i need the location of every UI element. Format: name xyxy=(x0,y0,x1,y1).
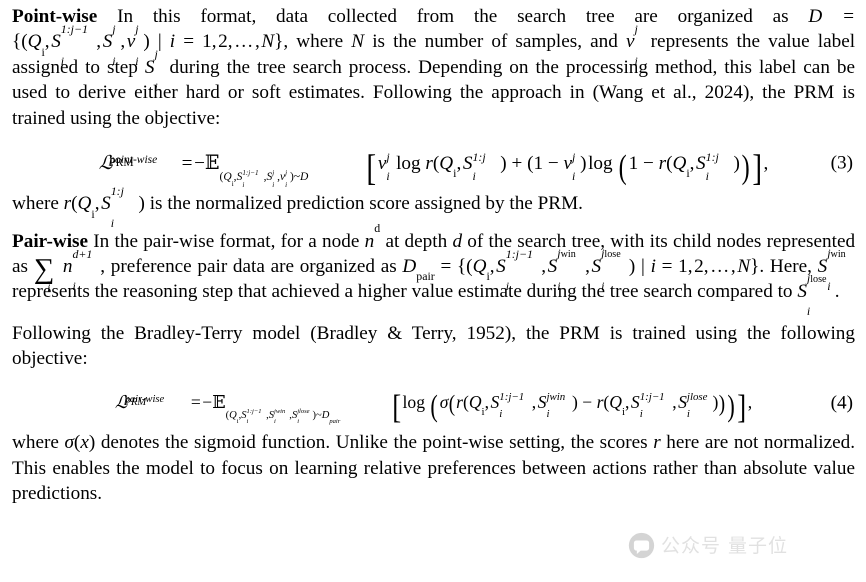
math-N: N xyxy=(351,31,365,53)
equation-3-number: (3) xyxy=(830,152,853,174)
equation-4-rhs: log (σ(r(Qi, S 1:j−1 i, Sjwin i) − r(Qi, S1… xyxy=(402,388,735,423)
math-S-i-j: Sji xyxy=(144,47,158,94)
equation-4-equals: = xyxy=(190,391,201,412)
speech-bubble-logo-icon xyxy=(628,532,655,559)
after-eq3-text-1: where xyxy=(12,193,59,215)
math-D-equals: D = xyxy=(808,6,856,27)
paragraph-after-equation-3: where r(Qi, S 1:j i) is the normalized pre… xyxy=(12,183,855,231)
point-wise-text-2: , where xyxy=(283,31,344,53)
paragraph-pair-wise: Pair-wise In the pair-wise format, for a… xyxy=(12,220,855,318)
paper-page: Point-wise In this format, data collecte… xyxy=(0,0,866,582)
math-r-Q-S: r(Qi, S 1:j i) xyxy=(63,183,145,231)
equation-4-trailing-comma: , xyxy=(747,391,753,412)
equation-4: ℒpair-wise PRM = −𝔼 (Qi,S 1:j−1 i ,S jwin i ,S jlo… xyxy=(12,387,855,426)
watermark-text: 公众号 量子位 xyxy=(661,535,789,557)
pair-wise-text-4: , preference pair data are organized as xyxy=(100,256,397,278)
equation-3-minus: − xyxy=(194,153,205,175)
equation-3-rhs: vji log r(Qi, S 1:j i) + (1 − v j i) log (1 … xyxy=(377,148,750,186)
pair-wise-text-1: In the pair-wise format, for a node xyxy=(93,230,360,252)
after-eq4-text-1: where xyxy=(12,432,59,454)
pair-wise-text-6: represents the reasoning step that achie… xyxy=(12,281,793,303)
after-eq3-text-2: is the normalized prediction score assig… xyxy=(149,193,583,215)
math-dataset-definition: {(Qi, S 1:j−1 i, Sji, v j i) | i = 1, 2, … ,… xyxy=(12,22,284,69)
after-eq4-text-2: denotes the sigmoid function. Unlike the… xyxy=(100,432,648,454)
math-sum-n-i-d-plus-1: ∑ i n d+1 i xyxy=(33,246,93,295)
equation-4-lhs: ℒpair-wise PRM xyxy=(114,391,165,412)
equation-3: ℒpoint-wise PRM = −𝔼 (Qi,S 1:j−1 i ,S j i ,v j i)~D… xyxy=(12,148,855,190)
equation-4-minus: − xyxy=(202,391,213,412)
math-sigma-x: σ(x) xyxy=(64,432,96,454)
equation-4-body: ℒpair-wise PRM = −𝔼 (Qi,S 1:j−1 i ,S jwin i ,S jlo… xyxy=(114,387,753,426)
point-wise-text-1: In this format, data collected from the … xyxy=(117,6,789,27)
equation-3-expectation: 𝔼 xyxy=(204,151,220,175)
equation-3-trailing-comma: , xyxy=(763,153,769,175)
paragraph-after-equation-4: where σ(x) denotes the sigmoid function.… xyxy=(12,430,855,506)
math-d: d xyxy=(452,230,463,252)
pair-wise-text-7: . xyxy=(834,281,840,303)
equation-3-equals: = xyxy=(181,153,193,175)
watermark: 公众号 量子位 xyxy=(628,528,824,568)
pair-wise-text-5: Here, xyxy=(769,256,812,278)
equation-4-expectation: 𝔼 xyxy=(212,392,226,413)
pair-wise-text-2: at depth xyxy=(385,230,448,252)
text-column: Point-wise In this format, data collecte… xyxy=(12,4,855,506)
equation-4-number: (4) xyxy=(830,392,853,414)
math-n-d: nd xyxy=(364,220,381,252)
math-r: r xyxy=(653,432,661,454)
math-D-pair-definition: Dpair = {(Qi, S 1:j−1 i, Sjwin i, Sjlose i) … xyxy=(402,245,765,293)
point-wise-text-3: is the number of samples, and xyxy=(372,31,618,53)
math-v-i-j: vji xyxy=(625,22,638,69)
paragraph-point-wise: Point-wise In this format, data collecte… xyxy=(12,4,855,131)
equation-3-lhs: ℒpoint-wise PRM xyxy=(98,153,158,175)
paragraph-bradley-terry: Following the Bradley-Terry model (Bradl… xyxy=(12,322,855,370)
equation-3-body: ℒpoint-wise PRM = −𝔼 (Qi,S 1:j−1 i ,S j i ,v j i)~D… xyxy=(98,148,769,190)
